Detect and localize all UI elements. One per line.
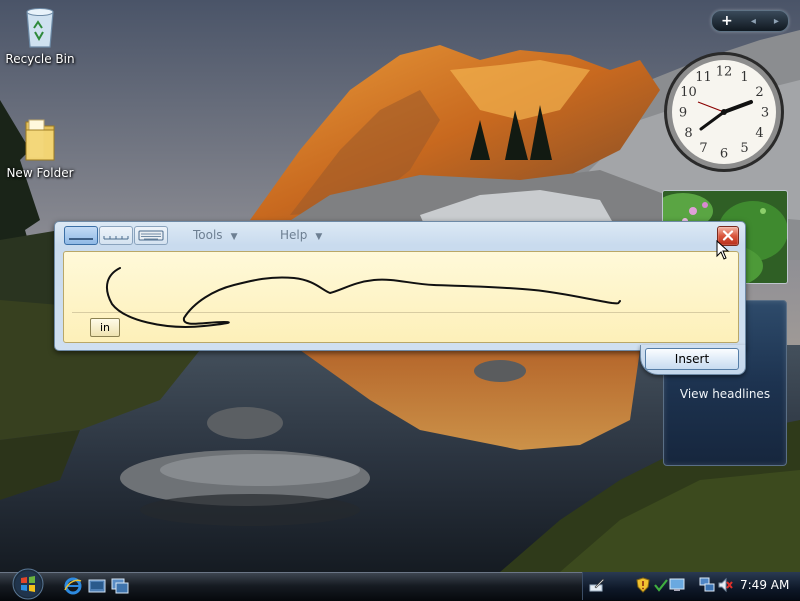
volume-muted-icon[interactable]	[717, 577, 733, 593]
clock-numeral: 7	[699, 141, 707, 156]
clock-numeral: 8	[684, 126, 692, 141]
writing-pad-button[interactable]	[64, 226, 98, 245]
word-suggestion-chip[interactable]: in	[90, 318, 120, 337]
recycle-bin-desktop-icon[interactable]: Recycle Bin	[0, 4, 80, 66]
start-button[interactable]	[8, 567, 48, 600]
taskbar-clock[interactable]: 7:49 AM	[740, 578, 789, 592]
recycle-bin-label: Recycle Bin	[5, 52, 75, 66]
mouse-pointer-icon	[716, 240, 730, 260]
clock-numeral: 4	[755, 126, 763, 141]
writing-pad-icon	[69, 238, 93, 240]
internet-explorer-icon[interactable]	[64, 577, 82, 595]
switch-windows-icon[interactable]	[111, 577, 129, 595]
onscreen-keyboard-button[interactable]	[134, 226, 168, 245]
pen-input-icon[interactable]	[589, 577, 605, 593]
folder-icon	[25, 119, 55, 161]
new-folder-desktop-icon[interactable]: New Folder	[0, 116, 80, 180]
chevron-down-icon: ▼	[315, 232, 323, 242]
insert-button[interactable]: Insert	[645, 348, 739, 370]
character-pad-button[interactable]	[99, 226, 133, 245]
character-pad-icon	[103, 236, 129, 240]
clock-numeral: 12	[716, 65, 733, 80]
security-shield-icon[interactable]	[635, 577, 651, 593]
clock-numeral: 3	[761, 106, 769, 121]
recycle-bin-icon	[26, 8, 54, 48]
display-icon[interactable]	[669, 577, 685, 593]
clock-numeral: 9	[679, 106, 687, 121]
help-menu[interactable]: Help ▼	[280, 228, 322, 242]
view-headlines-link[interactable]: View headlines	[664, 387, 786, 401]
help-menu-label: Help	[280, 228, 308, 242]
add-gadget-button[interactable]: +	[721, 13, 733, 29]
handwriting-ink	[105, 267, 621, 328]
keyboard-icon	[138, 230, 164, 241]
network-check-icon[interactable]	[653, 577, 669, 593]
tools-menu[interactable]: Tools ▼	[193, 228, 237, 242]
sidebar-controls: + ◂ ▸	[711, 10, 789, 32]
clock-numeral: 11	[695, 70, 712, 85]
clock-gadget[interactable]: 12 12 3 45678 9 1011	[660, 50, 790, 180]
clock-numeral: 6	[720, 147, 728, 162]
sidebar-next-button[interactable]: ▸	[774, 16, 779, 27]
input-panel-window: Tools ▼ Help ▼ in	[54, 221, 746, 351]
clock-numeral: 10	[680, 85, 697, 100]
clock-numeral: 1	[740, 70, 748, 85]
input-panel-toolbar: Tools ▼ Help ▼	[55, 222, 745, 248]
network-icon[interactable]	[699, 577, 715, 593]
insert-tab: Insert	[640, 345, 746, 375]
tools-menu-label: Tools	[193, 228, 223, 242]
clock-numeral: 2	[755, 85, 763, 100]
show-desktop-icon[interactable]	[88, 577, 106, 595]
sidebar-prev-button[interactable]: ◂	[751, 16, 756, 27]
chevron-down-icon: ▼	[230, 232, 238, 242]
writing-pad[interactable]: in	[63, 251, 739, 343]
clock-numeral: 5	[740, 141, 748, 156]
new-folder-label: New Folder	[6, 166, 74, 180]
